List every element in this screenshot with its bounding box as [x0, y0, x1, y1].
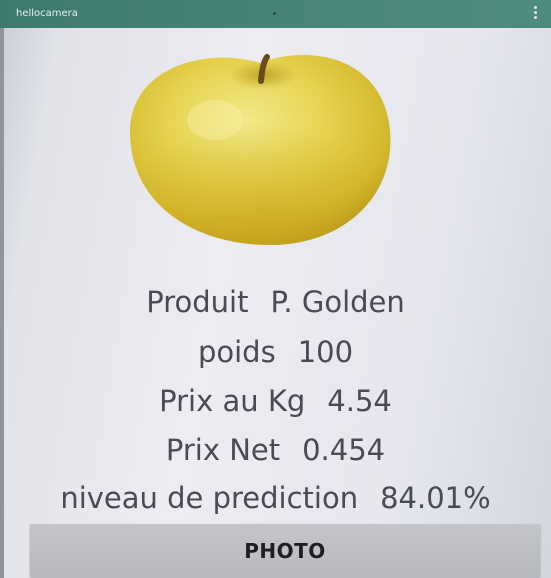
weight-label: poids: [197, 335, 276, 369]
price-per-kg-label: Prix au Kg: [159, 384, 306, 418]
price-per-kg-row: Prix au Kg 4.54: [0, 384, 551, 418]
app-bar: hellocamera: [0, 0, 551, 28]
apple-icon: [129, 54, 391, 245]
prediction-row: niveau de prediction 84.01%: [0, 481, 551, 515]
prediction-label: niveau de prediction: [60, 481, 359, 515]
prediction-value: 84.01%: [380, 481, 491, 515]
photo-button[interactable]: PHOTO: [30, 524, 540, 578]
product-label: Produit: [146, 285, 249, 319]
product-photo: [120, 35, 400, 250]
weight-row: poids 100: [0, 335, 551, 369]
product-row: Produit P. Golden: [0, 285, 551, 319]
product-value: P. Golden: [270, 285, 405, 319]
app-screen: hellocamera Produit P. Golden poids 100 …: [0, 0, 551, 578]
net-price-label: Prix Net: [165, 433, 281, 467]
price-per-kg-value: 4.54: [327, 384, 392, 418]
app-title: hellocamera: [16, 8, 78, 19]
net-price-row: Prix Net 0.454: [0, 433, 551, 467]
overflow-menu-icon[interactable]: [531, 4, 539, 22]
net-price-value: 0.454: [302, 433, 386, 467]
weight-value: 100: [297, 335, 354, 369]
camera-dot: [273, 12, 276, 15]
